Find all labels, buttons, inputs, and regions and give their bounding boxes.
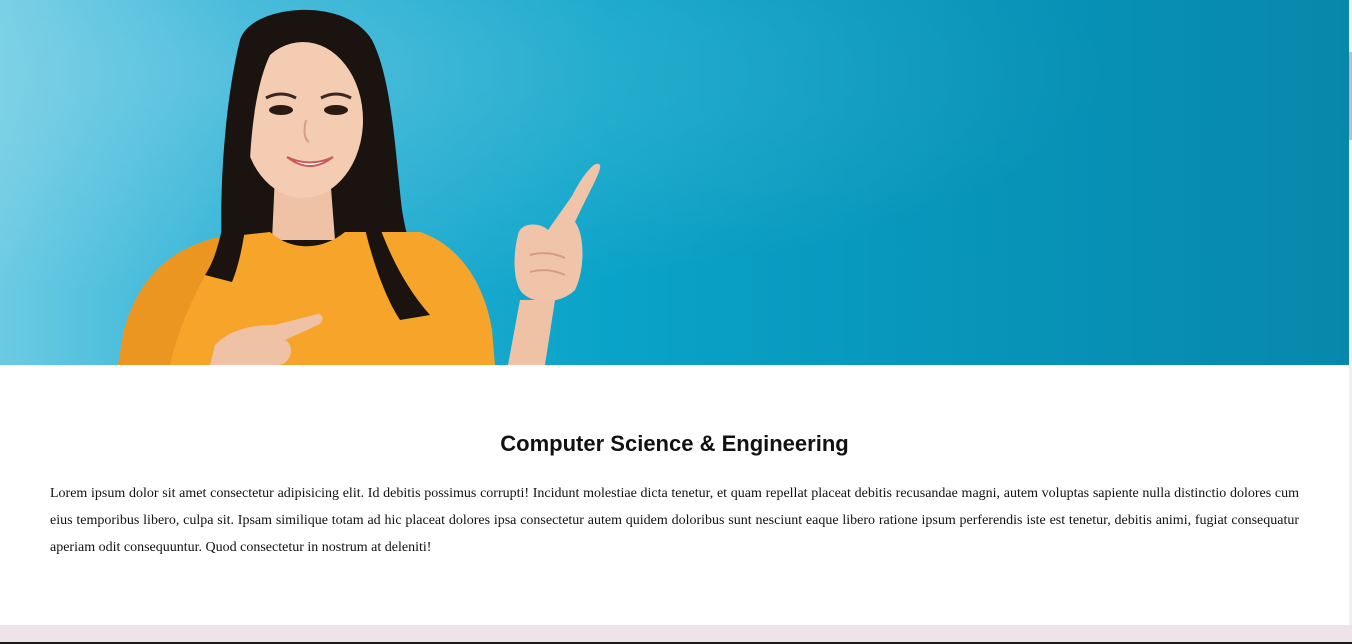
- page: Computer Science & Engineering Lorem ips…: [0, 0, 1352, 644]
- section-title: Computer Science & Engineering: [500, 431, 849, 456]
- hero-banner: [0, 0, 1349, 365]
- hero-person-image: [118, 9, 601, 365]
- section-body-text: Lorem ipsum dolor sit amet consectetur a…: [50, 486, 1299, 555]
- footer-band: [0, 625, 1352, 644]
- content-section: Computer Science & Engineering Lorem ips…: [0, 365, 1349, 625]
